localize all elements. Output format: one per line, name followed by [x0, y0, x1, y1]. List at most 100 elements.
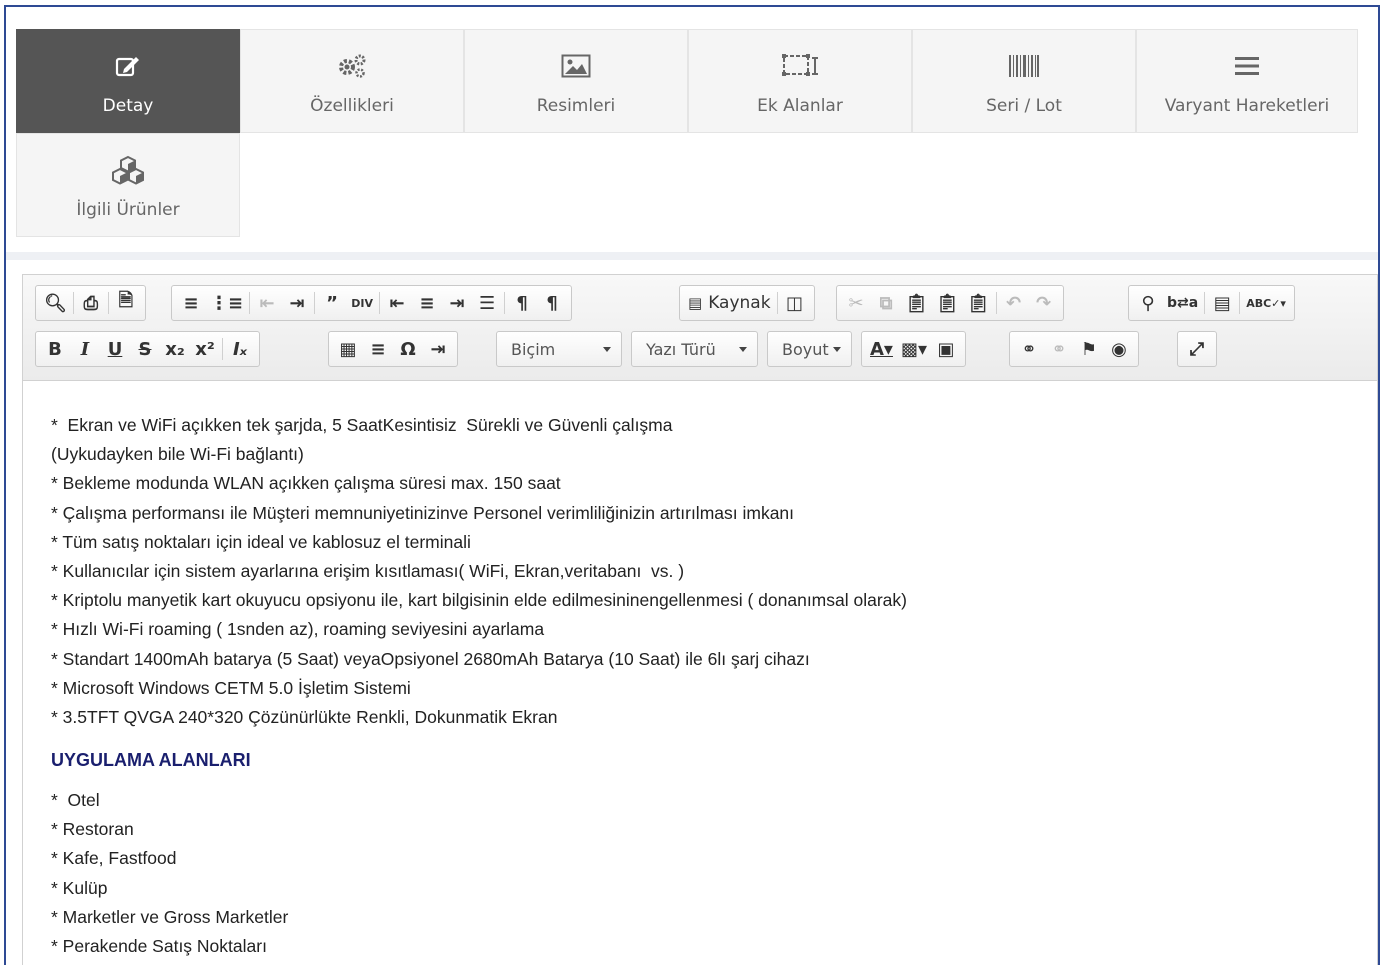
indent-icon[interactable]: ⇥: [282, 289, 312, 317]
special-char-icon[interactable]: Ω: [393, 335, 423, 363]
strikethrough-icon[interactable]: S: [130, 335, 160, 363]
size-dropdown[interactable]: Boyut: [767, 331, 852, 367]
editor-toolbar: 🔍︎ ⎙ 🗎︎ ≡ ⋮≡ ⇤ ⇥ ” DIV ⇤ ≡ ⇥ ☰ ¶ ¶ ▤ Kay…: [23, 275, 1377, 381]
tab-seri-lot[interactable]: Seri / Lot: [912, 29, 1136, 133]
clipboard-tools-group: ✂ ⧉ 📋︎ 📋︎ 📋︎ ↶ ↷: [836, 285, 1064, 321]
remove-format-icon[interactable]: Iₓ: [225, 335, 255, 363]
bulleted-list-icon[interactable]: ⋮≡: [206, 289, 247, 317]
align-left-icon[interactable]: ⇤: [382, 289, 412, 317]
area-item: * Kafe, Fastfood: [51, 848, 177, 869]
paragraph-tools-group: ≡ ⋮≡ ⇤ ⇥ ” DIV ⇤ ≡ ⇥ ☰ ¶ ¶: [171, 285, 573, 321]
print-icon[interactable]: ⎙: [76, 289, 106, 317]
content-line: * Ekran ve WiFi açıkken tek şarjda, 5 Sa…: [51, 415, 673, 435]
view-tools-group: ⤢: [1177, 331, 1217, 367]
tab-ozellikleri[interactable]: Özellikleri: [240, 29, 464, 133]
copy-icon[interactable]: ⧉: [871, 289, 901, 317]
tab-label: Detay: [102, 96, 154, 116]
underline-icon[interactable]: U: [100, 335, 130, 363]
content-line: * Tüm satış noktaları için ideal ve kabl…: [51, 531, 471, 552]
source-button[interactable]: ▤ Kaynak: [684, 289, 775, 317]
blockquote-icon[interactable]: ”: [317, 289, 347, 317]
page-break-icon[interactable]: ⇥: [423, 335, 453, 363]
cubes-icon: [17, 154, 239, 186]
replace-icon[interactable]: b⇄a: [1163, 289, 1202, 317]
link-tools-group: ⚭ ⚭ ⚑ ◉: [1009, 331, 1139, 367]
color-tools-group: A▾ ▩▾ ▣: [861, 331, 967, 367]
paste-text-icon[interactable]: 📋︎: [932, 289, 963, 317]
text-color-icon[interactable]: A▾: [866, 335, 897, 363]
size-dropdown-label: Boyut: [782, 339, 829, 359]
background-color-icon[interactable]: ▩▾: [897, 335, 931, 363]
paste-word-icon[interactable]: 📋︎: [963, 289, 994, 317]
tab-ek-alanlar[interactable]: Ek Alanlar: [688, 29, 912, 133]
numbered-list-icon[interactable]: ≡: [176, 289, 206, 317]
custom-fields-icon: [689, 50, 911, 82]
link-icon[interactable]: ⚭: [1014, 335, 1044, 363]
preview-icon[interactable]: 🔍︎: [40, 289, 71, 317]
show-blocks-icon[interactable]: ◫: [780, 289, 810, 317]
justify-icon[interactable]: ☰: [472, 289, 502, 317]
content-line: * Hızlı Wi-Fi roaming ( 1snden az), roam…: [51, 619, 545, 640]
unlink-icon[interactable]: ⚭: [1044, 335, 1074, 363]
anchor-icon[interactable]: ⚑: [1074, 335, 1104, 363]
superscript-icon[interactable]: x²: [190, 335, 220, 363]
spellcheck-icon[interactable]: ABC✓▾: [1242, 289, 1290, 317]
chevron-down-icon: [833, 346, 841, 352]
undo-icon[interactable]: ↶: [999, 289, 1029, 317]
chevron-down-icon: [603, 346, 611, 352]
cut-icon[interactable]: ✂: [841, 289, 871, 317]
outdent-icon[interactable]: ⇤: [252, 289, 282, 317]
tab-detay[interactable]: Detay: [16, 29, 240, 133]
paste-icon[interactable]: 📋︎: [901, 289, 932, 317]
create-div-icon[interactable]: DIV: [347, 289, 377, 317]
rich-text-editor[interactable]: 🔍︎ ⎙ 🗎︎ ≡ ⋮≡ ⇤ ⇥ ” DIV ⇤ ≡ ⇥ ☰ ¶ ¶ ▤ Kay…: [22, 274, 1378, 965]
gears-icon: [241, 50, 463, 82]
font-dropdown[interactable]: Yazı Türü: [631, 331, 758, 367]
tab-label: Resimleri: [536, 96, 616, 116]
content-line: (Uykudayken bile Wi-Fi bağlantı): [51, 444, 304, 465]
area-item: * Otel: [51, 790, 100, 811]
horizontal-line-icon[interactable]: ≡: [363, 335, 393, 363]
editor-content[interactable]: * Ekran ve WiFi açıkken tek şarjda, 5 Sa…: [51, 411, 1351, 961]
insert-tools-group: ▦ ≡ Ω ⇥: [328, 331, 458, 367]
area-item: * Marketler ve Gross Marketler: [51, 906, 289, 927]
content-line: * Standart 1400mAh batarya (5 Saat) veya…: [51, 648, 810, 669]
source-icon: ▤: [688, 294, 703, 312]
image-icon: [465, 50, 687, 82]
tab-resimleri[interactable]: Resimleri: [464, 29, 688, 133]
find-icon[interactable]: ⚲: [1133, 289, 1163, 317]
tab-ilgili-urunler[interactable]: İlgili Ürünler: [16, 133, 240, 237]
italic-icon[interactable]: I: [70, 335, 100, 363]
iframe-icon[interactable]: ◉: [1104, 335, 1134, 363]
format-dropdown[interactable]: Biçim: [496, 331, 622, 367]
subscript-icon[interactable]: x₂: [160, 335, 190, 363]
tab-label: Ek Alanlar: [757, 96, 843, 116]
tab-label: İlgili Ürünler: [76, 200, 180, 220]
table-icon[interactable]: ▦: [333, 335, 363, 363]
source-tools-group: ▤ Kaynak ◫: [679, 285, 815, 321]
select-all-icon[interactable]: ▤: [1207, 289, 1237, 317]
area-item: * Restoran: [51, 819, 134, 840]
section-heading: UYGULAMA ALANLARI: [51, 750, 251, 771]
tab-label: Özellikleri: [310, 96, 394, 116]
align-center-icon[interactable]: ≡: [412, 289, 442, 317]
content-line: * Kullanıcılar için sistem ayarlarına er…: [51, 560, 685, 581]
rtl-icon[interactable]: ¶: [537, 289, 567, 317]
section-separator: [6, 252, 1378, 260]
bold-icon[interactable]: B: [40, 335, 70, 363]
area-item: * Perakende Satış Noktaları: [51, 936, 267, 956]
find-tools-group: ⚲ b⇄a ▤ ABC✓▾: [1128, 285, 1295, 321]
maximize-icon[interactable]: ⤢: [1182, 335, 1212, 363]
redo-icon[interactable]: ↷: [1029, 289, 1059, 317]
content-line: * Microsoft Windows CETM 5.0 İşletim Sis…: [51, 677, 411, 698]
tab-varyant-hareketleri[interactable]: Varyant Hareketleri: [1136, 29, 1358, 133]
font-dropdown-label: Yazı Türü: [646, 339, 716, 359]
tab-label: Varyant Hareketleri: [1164, 96, 1330, 116]
align-right-icon[interactable]: ⇥: [442, 289, 472, 317]
ltr-icon[interactable]: ¶: [507, 289, 537, 317]
area-item: * Kulüp: [51, 877, 108, 898]
content-line: * Çalışma performansı ile Müşteri memnun…: [51, 502, 795, 523]
content-line: * Bekleme modunda WLAN açıkken çalışma s…: [51, 473, 561, 494]
image-insert-icon[interactable]: ▣: [931, 335, 961, 363]
templates-icon[interactable]: 🗎︎: [111, 289, 141, 317]
